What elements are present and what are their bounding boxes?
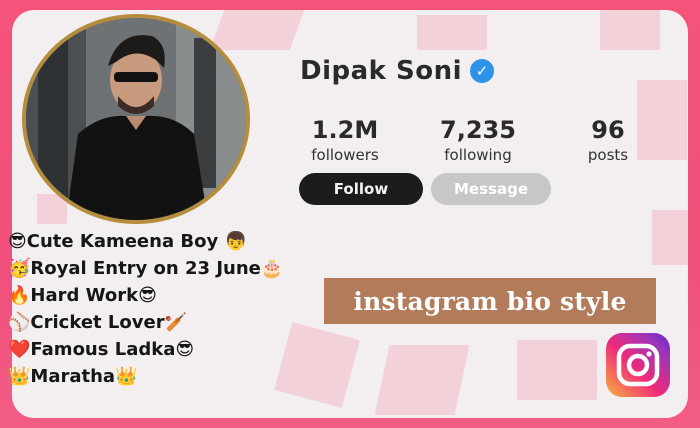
bio-emoji-icon: 🏏 — [164, 312, 187, 333]
decor-shape — [517, 340, 597, 400]
stat-following[interactable]: 7,235 following — [432, 116, 524, 164]
bio-emoji-icon: ❤️ — [8, 339, 31, 360]
bio-emoji-icon: 👑 — [115, 366, 138, 387]
bio-text: Maratha — [30, 366, 116, 387]
bio-emoji-icon: 😎 — [175, 339, 195, 360]
decor-shape — [374, 345, 470, 415]
bio-emoji-icon: 😎 — [8, 231, 27, 252]
profile-photo — [26, 18, 246, 220]
profile-name: Dipak Soni — [300, 56, 463, 86]
bio-emoji-icon: 👦 — [224, 231, 247, 252]
decor-shape — [600, 10, 660, 50]
decor-shape — [274, 322, 360, 408]
decor-shape — [652, 210, 688, 265]
decor-shape — [417, 15, 487, 50]
stat-value: 7,235 — [440, 116, 516, 144]
instagram-glyph-icon — [616, 343, 660, 387]
avatar[interactable] — [26, 18, 246, 220]
decor-shape — [637, 80, 687, 160]
follow-button[interactable]: Follow — [299, 173, 423, 205]
stat-label: following — [444, 146, 512, 164]
profile-name-row: Dipak Soni ✓ — [300, 56, 495, 86]
stat-value: 96 — [591, 116, 625, 144]
bio-line: ⚾Cricket Lover🏏 — [8, 309, 283, 336]
bio-text: Cute Kameena Boy — [26, 231, 219, 252]
verified-badge-icon: ✓ — [470, 59, 495, 83]
bio-emoji-icon: 🔥 — [8, 285, 31, 306]
bio-text: Royal Entry on 23 June — [30, 258, 261, 279]
bio-emoji-icon: ⚾ — [8, 312, 31, 333]
bio-emoji-icon: 😎 — [138, 285, 157, 306]
bio-line: 🔥Hard Work😎 — [8, 282, 283, 309]
instagram-logo-icon — [606, 333, 670, 397]
message-button[interactable]: Message — [431, 173, 551, 205]
bio-text: Cricket Lover — [30, 312, 165, 333]
stat-label: followers — [311, 146, 379, 164]
bio-line: ❤️Famous Ladka😎 — [8, 336, 283, 363]
stat-posts[interactable]: 96 posts — [577, 116, 639, 164]
bio-emoji-icon: 🎂 — [260, 258, 284, 279]
bio-line: 👑Maratha👑 — [8, 363, 283, 390]
stat-label: posts — [587, 146, 629, 164]
bio-text: Famous Ladka — [30, 339, 176, 360]
style-label: instagram bio style — [324, 278, 656, 324]
bio-text: Hard Work — [30, 285, 139, 306]
bio-line: 😎Cute Kameena Boy 👦 — [8, 228, 283, 255]
bio-emoji-icon: 👑 — [8, 366, 31, 387]
stat-followers[interactable]: 1.2M followers — [300, 116, 390, 164]
stat-value: 1.2M — [311, 116, 379, 144]
bio: 😎Cute Kameena Boy 👦 🥳Royal Entry on 23 J… — [8, 228, 283, 390]
bio-line: 🥳Royal Entry on 23 June🎂 — [8, 255, 283, 282]
bio-emoji-icon: 🥳 — [8, 258, 31, 279]
decor-shape — [209, 10, 305, 50]
